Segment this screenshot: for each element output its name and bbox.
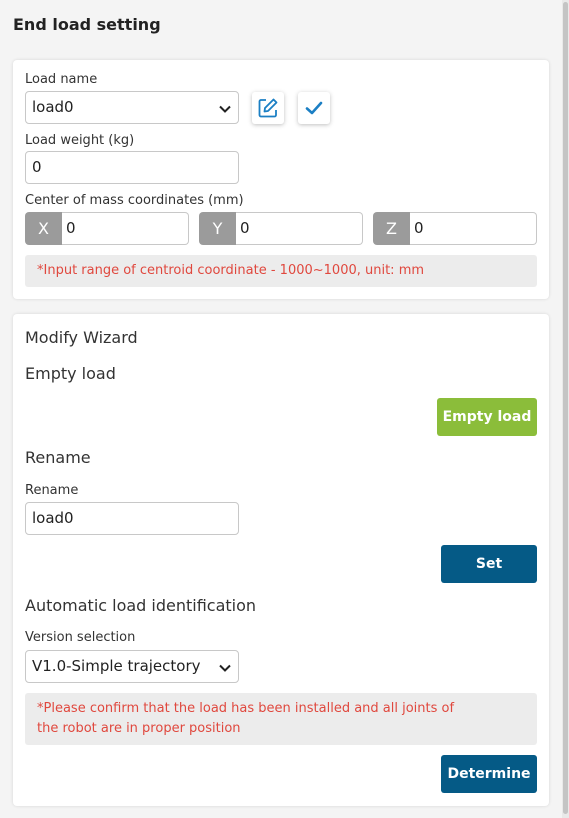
version-value: V1.0-Simple trajectory [32, 657, 201, 675]
scrollbar[interactable] [562, 0, 569, 818]
edit-icon [258, 98, 278, 118]
empty-load-button[interactable]: Empty load [437, 398, 537, 436]
rename-heading: Rename [25, 448, 91, 467]
confirm-load-button[interactable] [298, 92, 330, 124]
com-x-group: X 0 [25, 212, 189, 245]
chevron-down-icon [218, 661, 232, 675]
empty-load-heading: Empty load [25, 364, 116, 383]
wizard-title: Modify Wizard [25, 328, 138, 347]
y-tag: Y [199, 212, 236, 245]
load-name-select[interactable]: load0 [25, 91, 239, 124]
rename-label: Rename [25, 483, 79, 498]
load-weight-label: Load weight (kg) [25, 133, 135, 148]
edit-load-button[interactable] [252, 92, 284, 124]
scrollbar-thumb[interactable] [563, 2, 568, 814]
com-x-input[interactable]: 0 [62, 212, 189, 245]
z-tag: Z [373, 212, 410, 245]
com-z-input[interactable]: 0 [410, 212, 537, 245]
confirm-note: *Please confirm that the load has been i… [25, 693, 537, 745]
com-label: Center of mass coordinates (mm) [25, 193, 244, 208]
load-name-label: Load name [25, 72, 98, 87]
chevron-down-icon [219, 105, 231, 113]
version-label: Version selection [25, 630, 136, 645]
check-icon [305, 101, 323, 115]
determine-button[interactable]: Determine [441, 755, 537, 793]
confirm-note-line1: *Please confirm that the load has been i… [37, 701, 455, 716]
com-z-group: Z 0 [373, 212, 537, 245]
x-tag: X [25, 212, 62, 245]
set-button[interactable]: Set [441, 545, 537, 583]
page-title: End load setting [13, 15, 161, 34]
load-name-value: load0 [32, 98, 74, 116]
auto-identification-heading: Automatic load identification [25, 596, 257, 615]
load-weight-input[interactable]: 0 [25, 151, 239, 184]
range-note: *Input range of centroid coordinate - 10… [25, 255, 537, 287]
load-settings-card: Load name load0 Load weight (kg) 0 Cente… [13, 60, 549, 299]
version-select[interactable]: V1.0-Simple trajectory [25, 650, 239, 683]
confirm-note-line2: the robot are in proper position [37, 721, 241, 736]
com-y-group: Y 0 [199, 212, 363, 245]
rename-input[interactable]: load0 [25, 502, 239, 535]
modify-wizard-card: Modify Wizard Empty load Empty load Rena… [13, 314, 549, 806]
com-y-input[interactable]: 0 [236, 212, 363, 245]
